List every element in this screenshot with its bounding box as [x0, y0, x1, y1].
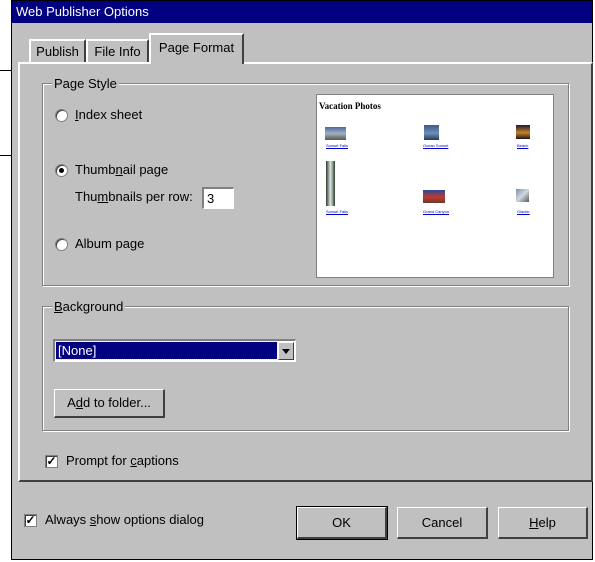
thumbnails-per-row-value: 3	[207, 191, 215, 206]
always-show-options-checkbox[interactable]: ✓	[24, 514, 37, 527]
index-sheet-radio[interactable]	[55, 109, 68, 122]
thumbnail-image	[424, 125, 439, 140]
help-button[interactable]: Help	[498, 507, 588, 539]
thumbnail-page-radio[interactable]	[55, 164, 68, 177]
thumbnail-image	[423, 190, 445, 203]
background-legend: Background	[52, 299, 126, 314]
tab-publish[interactable]: Publish	[29, 39, 86, 62]
page-style-legend: Page Style	[52, 76, 119, 91]
thumbnail-image	[516, 189, 529, 202]
title-bar: Web Publisher Options	[12, 1, 592, 23]
ok-button-label: OK	[332, 515, 351, 530]
tab-publish-label: Publish	[36, 44, 79, 59]
tab-file-info[interactable]: File Info	[86, 39, 149, 62]
ok-button[interactable]: OK	[296, 506, 388, 540]
background-select-value: [None]	[55, 341, 278, 360]
dropdown-arrow-button[interactable]	[278, 342, 294, 360]
window-title: Web Publisher Options	[16, 4, 149, 19]
background-select[interactable]: [None]	[53, 339, 296, 362]
album-page-radio[interactable]	[55, 238, 68, 251]
thumbnail-caption: Sunset Falls	[326, 143, 349, 148]
thumbnail-image	[326, 161, 335, 206]
chevron-down-icon	[282, 349, 290, 354]
thumbnails-per-row-input[interactable]: 3	[202, 187, 234, 209]
add-to-folder-button[interactable]: Add to folder...	[54, 389, 165, 418]
prompt-for-captions-checkbox[interactable]: ✓	[45, 455, 58, 468]
page-preview: Vacation Photos Sunset Falls Ocean Sunse…	[316, 94, 554, 278]
cancel-button[interactable]: Cancel	[397, 507, 488, 539]
preview-title: Vacation Photos	[319, 101, 381, 111]
tab-page-format-label: Page Format	[158, 40, 235, 55]
thumbnail-caption: Ocean Sunset	[423, 143, 449, 148]
thumbnail-image	[516, 125, 530, 139]
thumbnail-caption: Glacier	[517, 209, 530, 214]
cancel-button-label: Cancel	[421, 515, 463, 530]
thumbnail-image	[325, 127, 346, 140]
prompt-for-captions-label[interactable]: Prompt for captions	[66, 453, 179, 468]
thumbnail-page-label[interactable]: Thumbnail page	[75, 162, 168, 177]
always-show-options-label[interactable]: Always show options dialog	[45, 512, 204, 527]
index-sheet-label[interactable]: Index sheet	[75, 107, 142, 122]
tab-file-info-label: File Info	[94, 44, 141, 59]
tab-page-format[interactable]: Page Format	[149, 33, 244, 64]
thumbnail-caption: Sunset Falls	[326, 209, 349, 214]
album-page-label[interactable]: Album page	[75, 236, 144, 251]
thumbnail-caption: Grand Canyon	[423, 209, 450, 214]
thumbnails-per-row-label: Thumbnails per row:	[75, 189, 193, 204]
thumbnail-caption: Beach	[517, 143, 529, 148]
